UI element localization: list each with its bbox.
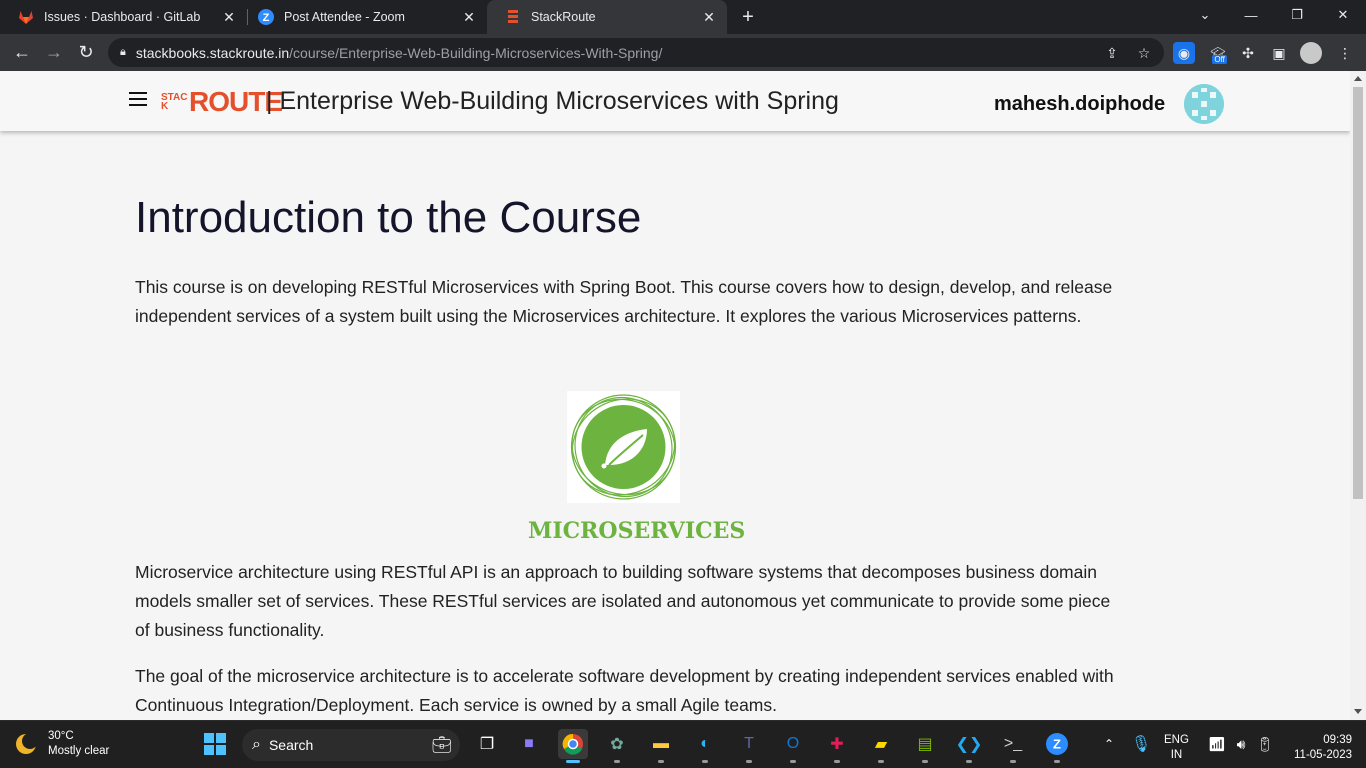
tab-title: StackRoute bbox=[531, 10, 596, 24]
stackroute-icon bbox=[505, 9, 521, 25]
terminal-icon[interactable]: >_ bbox=[998, 729, 1028, 763]
close-icon[interactable]: ✕ bbox=[457, 5, 481, 29]
lock-icon[interactable]: 🔒︎ bbox=[120, 46, 126, 59]
browser-toolbar: ← → ↻ 🔒︎ stackbooks.stackroute.in/course… bbox=[0, 34, 1366, 71]
battery-icon[interactable]: 🔋︎ bbox=[1250, 729, 1280, 759]
lang-bottom: IN bbox=[1170, 749, 1183, 761]
extension-icon[interactable]: ◉ bbox=[1173, 42, 1195, 64]
extension-badge: Off bbox=[1212, 55, 1227, 64]
stackroute-logo[interactable]: STACK ROUTE bbox=[161, 84, 283, 120]
slack-icon[interactable]: ✚ bbox=[822, 729, 852, 763]
close-window-button[interactable]: ✕ bbox=[1320, 0, 1366, 30]
teams-icon[interactable]: T bbox=[734, 729, 764, 763]
sticky-notes-icon[interactable]: ▰ bbox=[866, 729, 896, 763]
page-title: Introduction to the Course bbox=[135, 193, 642, 242]
taskbar-search[interactable]: ⌕ Search 💼︎ bbox=[242, 729, 460, 761]
clock-time: 09:39 bbox=[1323, 734, 1352, 746]
chrome-icon[interactable] bbox=[558, 729, 588, 763]
weather-temp: 30°C bbox=[48, 730, 74, 742]
briefcase-icon: 💼︎ bbox=[431, 737, 452, 754]
puzzle-icon[interactable]: ✣ bbox=[1237, 42, 1259, 64]
outlook-icon[interactable]: O bbox=[778, 729, 808, 763]
profile-avatar[interactable] bbox=[1300, 42, 1322, 64]
weather-desc: Mostly clear bbox=[48, 745, 110, 757]
close-icon[interactable]: ✕ bbox=[697, 5, 721, 29]
url-host: stackbooks.stackroute.in bbox=[135, 44, 290, 61]
clock[interactable]: 09:39 11-05-2023 bbox=[1286, 733, 1352, 763]
intro-paragraph: This course is on developing RESTful Mic… bbox=[135, 277, 1113, 326]
task-view-icon[interactable]: ❐ bbox=[472, 729, 502, 759]
vscode-icon[interactable]: ❮❯ bbox=[954, 729, 984, 763]
windows-taskbar: 30°C Mostly clear ⌕ Search 💼︎ ❐ ■ ✿ ▬ ◐ … bbox=[0, 720, 1366, 768]
spring-logo-image bbox=[567, 391, 680, 503]
tab-search-icon[interactable]: ⌄ bbox=[1182, 0, 1228, 30]
scroll-up-arrow[interactable] bbox=[1354, 76, 1362, 81]
course-title: | Enterprise Web-Building Microservices … bbox=[266, 87, 839, 115]
microservice-paragraph: Microservice architecture using RESTful … bbox=[135, 562, 1111, 640]
logo-stack: STACK bbox=[161, 92, 188, 112]
zoom-icon: Z bbox=[258, 9, 274, 25]
tab-title: Issues · Dashboard · GitLab bbox=[44, 10, 201, 24]
clock-date: 11-05-2023 bbox=[1294, 749, 1352, 761]
side-panel-icon[interactable]: ▣ bbox=[1268, 42, 1290, 64]
gitlab-icon bbox=[18, 9, 34, 25]
restore-button[interactable]: ❐ bbox=[1274, 0, 1320, 30]
username[interactable]: mahesh.doiphode bbox=[994, 93, 1165, 116]
language-indicator[interactable]: ENG IN bbox=[1164, 733, 1189, 763]
chevron-up-icon[interactable]: ⌃ bbox=[1094, 729, 1124, 759]
tab-stackroute[interactable]: StackRoute ✕ bbox=[487, 0, 727, 34]
back-button[interactable]: ← bbox=[8, 38, 36, 66]
weather-widget[interactable]: 30°C Mostly clear bbox=[14, 729, 109, 759]
close-icon[interactable]: ✕ bbox=[217, 5, 241, 29]
search-label: Search bbox=[268, 737, 314, 753]
hamburger-menu-icon[interactable] bbox=[129, 92, 147, 106]
minimize-button[interactable]: — bbox=[1228, 0, 1274, 30]
zoom-app-icon[interactable]: Z bbox=[1042, 729, 1072, 763]
microphone-icon[interactable]: 🎙︎ bbox=[1126, 729, 1156, 759]
task-manager-icon[interactable]: ▤ bbox=[910, 729, 940, 763]
teams-chat-icon[interactable]: ■ bbox=[514, 729, 544, 759]
share-icon[interactable]: ⇪ bbox=[1102, 43, 1122, 63]
extension-off-icon[interactable]: 🎓︎ Off bbox=[1207, 42, 1229, 64]
tab-strip: Issues · Dashboard · GitLab ✕ Z Post Att… bbox=[0, 0, 1366, 34]
lang-top: ENG bbox=[1164, 734, 1189, 746]
edge-icon[interactable]: ◐ bbox=[690, 729, 720, 763]
address-bar[interactable]: 🔒︎ stackbooks.stackroute.in/course/Enter… bbox=[108, 38, 1164, 67]
menu-kebab-icon[interactable]: ⋮ bbox=[1334, 42, 1356, 64]
url-text: stackbooks.stackroute.in/course/Enterpri… bbox=[136, 45, 662, 61]
page-viewport: STACK ROUTE | Enterprise Web-Building Mi… bbox=[0, 71, 1366, 720]
scrollbar-thumb[interactable] bbox=[1353, 87, 1363, 499]
new-tab-button[interactable]: + bbox=[736, 5, 760, 29]
forward-button[interactable]: → bbox=[40, 38, 68, 66]
reload-button[interactable]: ↻ bbox=[72, 38, 100, 66]
windows-start-icon[interactable] bbox=[200, 729, 230, 759]
svg-text:Z: Z bbox=[263, 12, 270, 24]
file-explorer-icon[interactable]: ▬ bbox=[646, 729, 676, 763]
tab-gitlab[interactable]: Issues · Dashboard · GitLab ✕ bbox=[0, 0, 247, 34]
page-scrollbar[interactable] bbox=[1350, 71, 1366, 720]
scroll-down-arrow[interactable] bbox=[1354, 709, 1362, 714]
goal-paragraph: The goal of the microservice architectur… bbox=[135, 666, 1114, 715]
chatgpt-icon[interactable]: ✿ bbox=[602, 729, 632, 763]
tab-zoom[interactable]: Z Post Attendee - Zoom ✕ bbox=[240, 0, 487, 34]
bookmark-star-icon[interactable]: ☆ bbox=[1134, 43, 1154, 63]
search-icon: ⌕ bbox=[252, 736, 261, 753]
avatar[interactable] bbox=[1184, 84, 1224, 124]
svg-text:Z: Z bbox=[1053, 737, 1061, 752]
moon-icon bbox=[16, 733, 38, 754]
url-path: /course/Enterprise-Web-Building-Microser… bbox=[289, 44, 663, 61]
image-caption: MICROSERVICES bbox=[528, 518, 746, 544]
tab-title: Post Attendee - Zoom bbox=[284, 10, 405, 24]
site-header: STACK ROUTE | Enterprise Web-Building Mi… bbox=[0, 71, 1350, 131]
